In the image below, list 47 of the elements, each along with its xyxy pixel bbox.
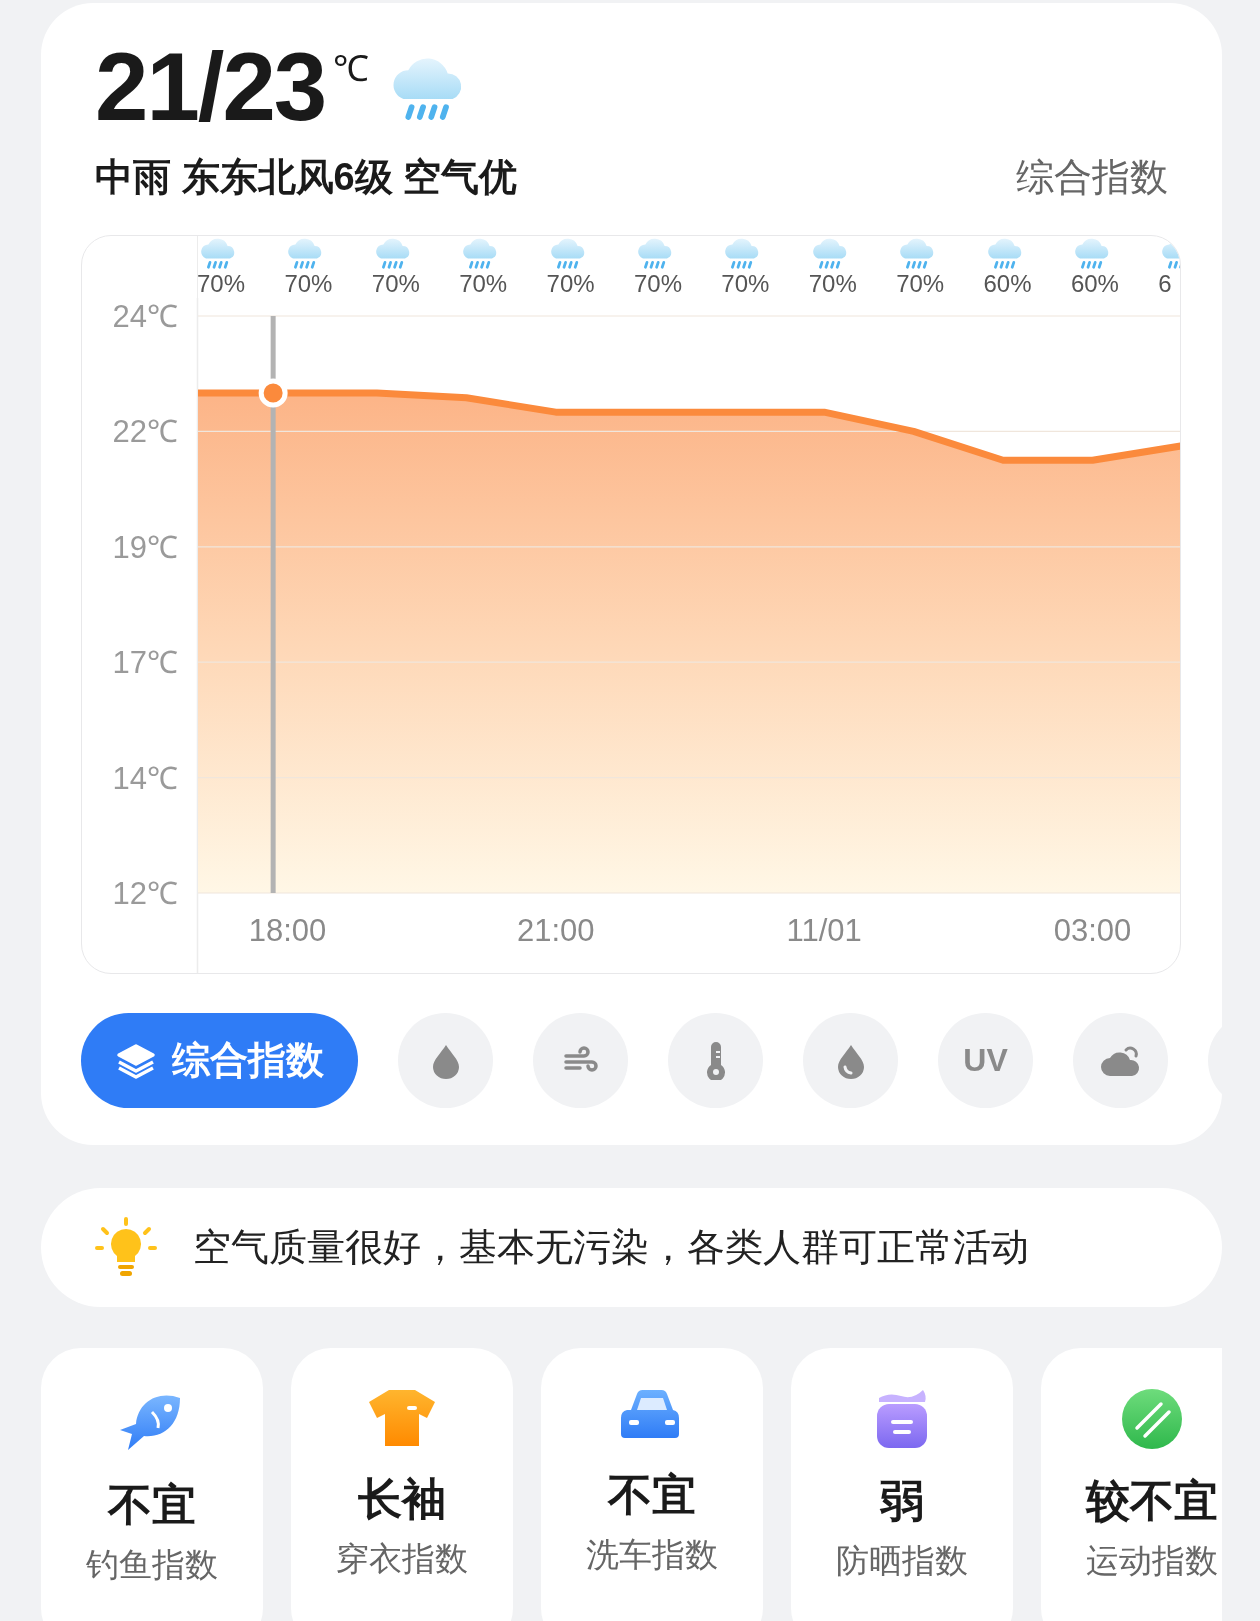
x-axis-label: 11/01 — [786, 913, 862, 948]
precipitation-chance: 70% — [808, 270, 857, 298]
temperature-unit: ℃ — [333, 49, 370, 89]
index-label: 防晒指数 — [836, 1541, 968, 1581]
precipitation-chance: 70% — [459, 270, 508, 298]
index-value: 不宜 — [108, 1479, 196, 1531]
precipitation-chance: 70% — [896, 270, 945, 298]
x-axis-label: 21:00 — [517, 913, 595, 948]
precipitation-chance: 70% — [284, 270, 333, 298]
index-label: 穿衣指数 — [336, 1539, 468, 1579]
ball-icon — [1121, 1388, 1183, 1450]
y-axis-label: 14℃ — [112, 760, 178, 796]
y-axis-label: 24℃ — [112, 299, 178, 334]
temperature-range: 21/23 — [95, 39, 326, 135]
y-axis-label: 19℃ — [112, 529, 178, 565]
x-axis-label: 18:00 — [248, 913, 327, 948]
y-axis-label: 12℃ — [112, 876, 178, 911]
x-axis-label: 03:00 — [1053, 913, 1132, 948]
weather-description: 中雨 东东北风6级 空气优 — [95, 154, 518, 200]
index-value: 不宜 — [608, 1469, 696, 1521]
index-link[interactable]: 综合指数 — [1016, 151, 1168, 203]
index-card[interactable]: 不宜 洗车指数 — [541, 1348, 763, 1621]
layers-icon — [115, 1042, 156, 1079]
precipitation-chance: 60% — [1070, 270, 1119, 298]
index-value: 较不宜 — [1086, 1475, 1218, 1527]
precipitation-chance: 6 — [1158, 270, 1172, 298]
index-card[interactable]: 长袖 穿衣指数 — [291, 1348, 513, 1621]
index-label: 运动指数 — [1086, 1541, 1218, 1581]
air-quality-tip: 空气质量很好，基本无污染，各类人群可正常活动 — [193, 1225, 1029, 1270]
index-value: 长袖 — [358, 1473, 446, 1525]
precipitation-chance: 60% — [983, 270, 1032, 298]
y-axis-label: 22℃ — [112, 414, 178, 450]
shirt-icon — [367, 1388, 437, 1448]
index-card[interactable]: 较不宜 运动指数 — [1041, 1348, 1222, 1621]
precipitation-chance: 70% — [721, 270, 770, 298]
y-axis-label: 17℃ — [112, 645, 178, 681]
precipitation-chance: 70% — [546, 270, 595, 298]
precipitation-chance: 70% — [371, 270, 420, 298]
index-tab[interactable]: 综合指数 — [81, 1013, 358, 1108]
index-card[interactable]: 不宜 钓鱼指数 — [41, 1348, 263, 1621]
index-card[interactable]: 弱 防晒指数 — [791, 1348, 1013, 1621]
index-label: 洗车指数 — [586, 1535, 718, 1575]
light-bulb-icon — [95, 1216, 157, 1279]
index-value: 弱 — [880, 1475, 924, 1527]
index-label: 钓鱼指数 — [86, 1545, 218, 1585]
precipitation-chance: 70% — [198, 270, 246, 298]
precipitation-chance: 70% — [633, 270, 682, 298]
